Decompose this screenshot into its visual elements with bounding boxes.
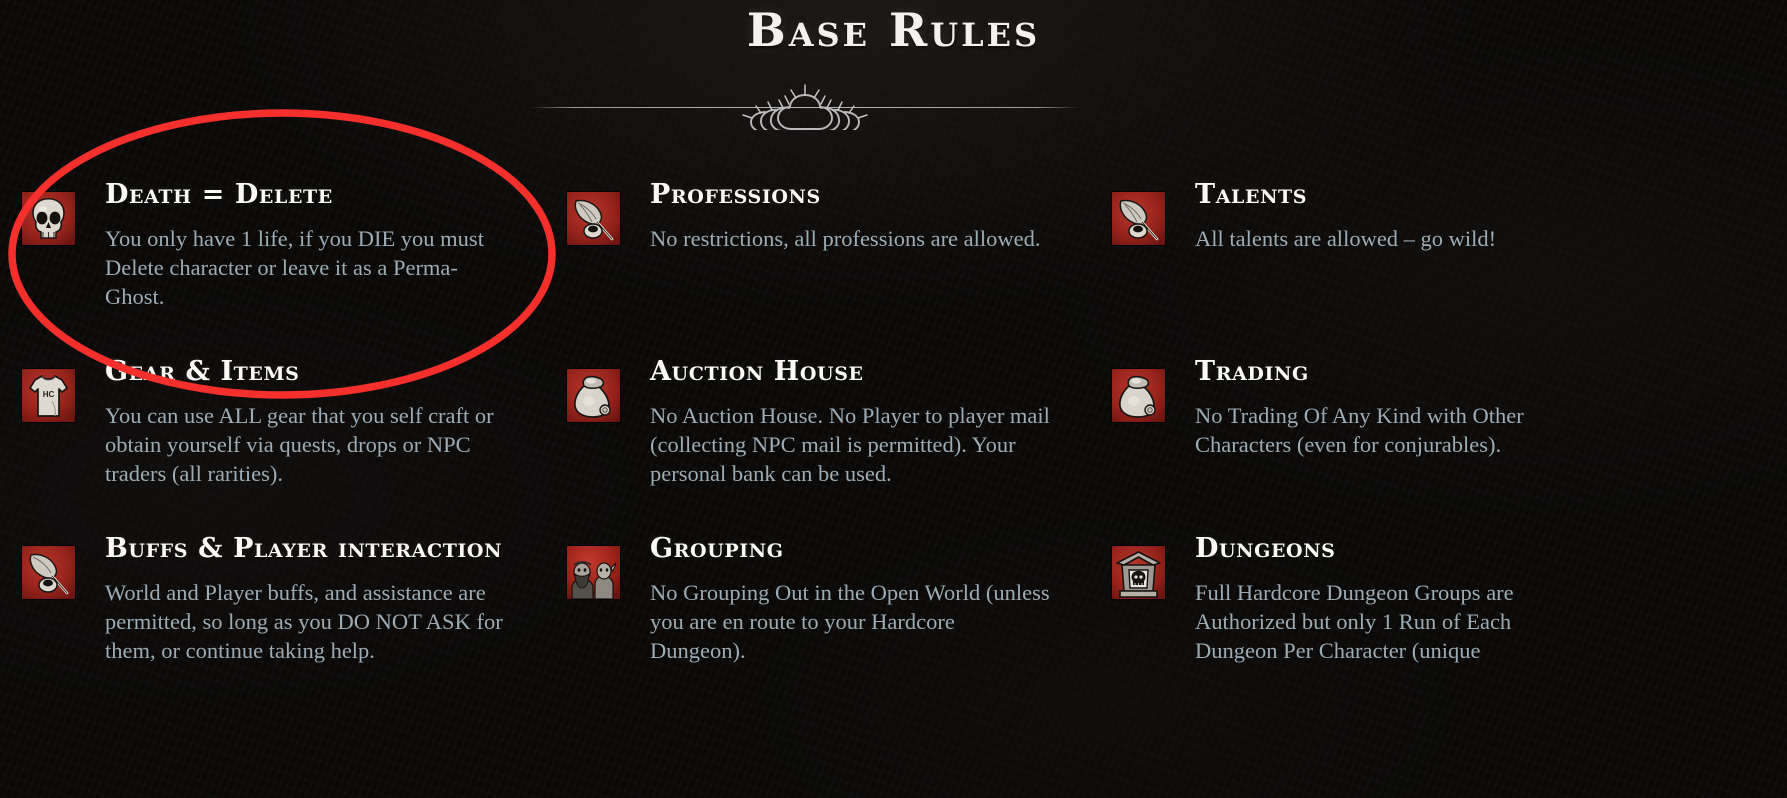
page-title: Base Rules <box>746 3 1041 57</box>
coin-pouch-icon <box>567 369 620 422</box>
rule-body: No restrictions, all professions are all… <box>650 226 1041 251</box>
rule-body: You can use ALL gear that you self craft… <box>105 403 494 486</box>
rule-item-dungeons: Dungeons Full Hardcore Dungeon Groups ar… <box>1112 532 1672 709</box>
rule-body: Full Hardcore Dungeon Groups are Authori… <box>1195 580 1514 663</box>
quill-and-inkwell-icon <box>1112 192 1165 245</box>
rule-item-death-delete: Death = Delete You only have 1 life, if … <box>22 178 567 355</box>
skull-icon <box>22 192 75 245</box>
thorn-crown-ornament-icon <box>720 84 890 133</box>
rule-item-buffs-player-interaction: Buffs & Player interaction World and Pla… <box>22 532 567 709</box>
rules-grid: Death = Delete You only have 1 life, if … <box>0 178 1787 709</box>
rule-title: Buffs & Player interaction <box>105 533 503 564</box>
coin-pouch-icon <box>1112 369 1165 422</box>
rule-title: Auction House <box>650 356 864 387</box>
rule-title: Gear & Items <box>105 356 300 387</box>
rule-title: Professions <box>650 179 821 210</box>
rule-item-grouping: Grouping No Grouping Out in the Open Wor… <box>567 532 1112 709</box>
rule-body: No Auction House. No Player to player ma… <box>650 403 1050 486</box>
svg-text:HC: HC <box>43 390 55 399</box>
rule-title: Talents <box>1195 179 1308 210</box>
quill-and-inkwell-icon <box>567 192 620 245</box>
rule-body: No Trading Of Any Kind with Other Charac… <box>1195 403 1524 457</box>
rule-body: You only have 1 life, if you DIE you mus… <box>105 226 484 309</box>
party-members-icon <box>567 546 620 599</box>
rule-body: All talents are allowed – go wild! <box>1195 226 1497 251</box>
rule-title: Dungeons <box>1195 533 1336 564</box>
rule-item-professions: Professions No restrictions, all profess… <box>567 178 1112 355</box>
page-header: Base Rules <box>0 0 1787 58</box>
shirt-icon: HC <box>22 369 75 422</box>
quill-and-inkwell-icon <box>22 546 75 599</box>
section-divider <box>530 84 1080 133</box>
rule-body: No Grouping Out in the Open World (unles… <box>650 580 1050 663</box>
rule-item-trading: Trading No Trading Of Any Kind with Othe… <box>1112 355 1672 532</box>
rule-title: Grouping <box>650 533 784 564</box>
dungeon-portal-icon <box>1112 546 1165 599</box>
base-rules-page: Base Rules Death = Delete You only have … <box>0 0 1787 798</box>
rule-title: Trading <box>1195 356 1309 387</box>
rule-body: World and Player buffs, and assistance a… <box>105 580 503 663</box>
rule-item-gear-items: HC Gear & Items You can use ALL gear tha… <box>22 355 567 532</box>
rule-item-talents: Talents All talents are allowed – go wil… <box>1112 178 1672 355</box>
rule-item-auction-house: Auction House No Auction House. No Playe… <box>567 355 1112 532</box>
rule-title: Death = Delete <box>105 179 333 210</box>
